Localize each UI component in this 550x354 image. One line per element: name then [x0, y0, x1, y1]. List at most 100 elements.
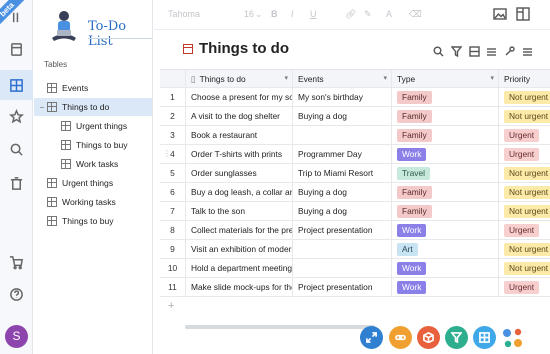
type-cell[interactable]: Family — [392, 88, 499, 106]
event-cell[interactable]: Buying a dog — [293, 183, 392, 201]
sidebar-item-work-tasks[interactable]: Work tasks — [34, 155, 152, 173]
table-button[interactable] — [473, 326, 496, 349]
menu-icon[interactable] — [522, 44, 533, 56]
event-cell[interactable]: Buying a dog — [293, 202, 392, 220]
row-height-icon[interactable] — [486, 44, 497, 56]
type-cell[interactable]: Family — [392, 202, 499, 220]
brush-icon[interactable]: ✎ — [364, 9, 372, 20]
chevron-down-icon[interactable]: ▾ — [284, 70, 288, 88]
event-cell[interactable]: Programmer Day — [293, 145, 392, 163]
table-row[interactable]: 2A visit to the dog shelter Buying a dog F… — [160, 107, 550, 126]
link-button[interactable] — [389, 326, 412, 349]
collapse-toggle[interactable]: − — [37, 103, 47, 112]
priority-cell[interactable]: Urgent — [499, 126, 550, 144]
event-cell[interactable]: Project presentation — [293, 221, 392, 239]
priority-cell[interactable]: Not urgent — [499, 164, 550, 182]
clear-format-icon[interactable]: ⌫ — [409, 9, 422, 20]
image-icon[interactable] — [493, 7, 507, 21]
panel-layout-icon[interactable] — [516, 7, 530, 21]
link-icon[interactable]: 🔗︎ — [345, 9, 356, 20]
task-cell[interactable]: Buy a dog leash, a collar and — [186, 183, 293, 201]
priority-cell[interactable]: Not urgent — [499, 259, 550, 277]
type-cell[interactable]: Work — [392, 278, 499, 296]
sidebar-item-things-to-do[interactable]: − Things to do — [34, 98, 152, 116]
type-cell[interactable]: Family — [392, 107, 499, 125]
horizontal-scrollbar[interactable] — [185, 325, 375, 329]
priority-cell[interactable]: Not urgent — [499, 240, 550, 258]
column-header[interactable]: Priority — [499, 70, 550, 88]
filter-icon[interactable] — [450, 44, 463, 58]
sidebar-item-events[interactable]: Events — [34, 79, 152, 97]
type-cell[interactable]: Art — [392, 240, 499, 258]
event-cell[interactable]: Buying a dog — [293, 107, 392, 125]
sidebar-item-working-tasks[interactable]: Working tasks — [34, 193, 152, 211]
event-cell[interactable]: My son's birthday — [293, 88, 392, 106]
filter-button[interactable] — [445, 326, 468, 349]
task-cell[interactable]: Choose a present for my son — [186, 88, 293, 106]
table-row[interactable]: 3 Book a restaurant Family Urgent — [160, 126, 550, 145]
column-header[interactable]: Events ▾ — [293, 70, 392, 88]
sidebar-item-urgent-things[interactable]: Urgent things — [34, 117, 152, 135]
priority-cell[interactable]: Urgent — [499, 145, 550, 163]
collapse-icon[interactable] — [0, 2, 33, 32]
column-header[interactable]: ▯ Things to do ▾ — [186, 70, 293, 88]
font-select[interactable]: Tahoma — [168, 9, 200, 19]
font-size-select[interactable]: 16 — [244, 9, 254, 19]
table-row[interactable]: 4 Order T-shirts with prints Programmer Da… — [160, 145, 550, 164]
event-cell[interactable]: Trip to Miami Resort — [293, 164, 392, 182]
chevron-down-icon[interactable]: ▾ — [490, 70, 494, 88]
type-cell[interactable]: Travel — [392, 164, 499, 182]
table-row[interactable]: 1 Choose a present for my son My son's bir… — [160, 88, 550, 107]
task-cell[interactable]: A visit to the dog shelter — [186, 107, 293, 125]
priority-cell[interactable]: Not urgent — [499, 107, 550, 125]
task-cell[interactable]: Order sunglasses — [186, 164, 293, 182]
event-cell[interactable] — [293, 259, 392, 277]
app-switcher-icon[interactable] — [501, 326, 525, 350]
priority-cell[interactable]: Urgent — [499, 278, 550, 296]
table-row[interactable]: 8 Collect materials for the pres Project p… — [160, 221, 550, 240]
user-avatar[interactable]: S — [5, 325, 28, 348]
chevron-down-icon[interactable]: ▾ — [383, 70, 387, 88]
type-cell[interactable]: Work — [392, 259, 499, 277]
document-icon[interactable] — [0, 34, 33, 64]
sidebar-item-things-to-buy[interactable]: Things to buy — [34, 136, 152, 154]
event-cell[interactable] — [293, 126, 392, 144]
bold-button[interactable]: B — [271, 9, 278, 19]
search-icon[interactable] — [433, 44, 444, 57]
priority-cell[interactable]: Urgent — [499, 221, 550, 239]
table-row[interactable]: 7 Talk to the son Buying a dog Family Not ur… — [160, 202, 550, 221]
italic-button[interactable]: I — [291, 9, 294, 19]
priority-cell[interactable]: Not urgent — [499, 202, 550, 220]
task-cell[interactable]: Collect materials for the pres — [186, 221, 293, 239]
type-cell[interactable]: Family — [392, 126, 499, 144]
text-color-icon[interactable]: A — [386, 9, 392, 19]
priority-cell[interactable]: Not urgent — [499, 88, 550, 106]
add-row-button[interactable]: + — [168, 300, 174, 312]
type-cell[interactable]: Family — [392, 183, 499, 201]
task-cell[interactable]: Visit an exhibition of modern — [186, 240, 293, 258]
expand-button[interactable] — [360, 326, 383, 349]
view-toggle-icon[interactable] — [469, 44, 480, 57]
box-button[interactable] — [417, 326, 440, 349]
sidebar-item-urgent-things[interactable]: Urgent things — [34, 174, 152, 192]
table-row[interactable]: 10 Hold a department meeting Work Not urgen… — [160, 259, 550, 278]
drag-handle-icon[interactable]: ⋮⋮ — [160, 149, 171, 158]
task-cell[interactable]: Hold a department meeting — [186, 259, 293, 277]
task-cell[interactable]: Talk to the son — [186, 202, 293, 220]
task-cell[interactable]: Make slide mock-ups for the — [186, 278, 293, 296]
task-cell[interactable]: Book a restaurant — [186, 126, 293, 144]
help-icon[interactable] — [0, 279, 33, 309]
settings-wrench-icon[interactable] — [504, 44, 515, 56]
underline-button[interactable]: U — [310, 9, 317, 19]
type-cell[interactable]: Work — [392, 221, 499, 239]
task-cell[interactable]: Order T-shirts with prints — [186, 145, 293, 163]
type-cell[interactable]: Work — [392, 145, 499, 163]
table-row[interactable]: 6 Buy a dog leash, a collar and Buying a d… — [160, 183, 550, 202]
star-icon[interactable] — [0, 101, 33, 131]
event-cell[interactable] — [293, 240, 392, 258]
event-cell[interactable]: Project presentation — [293, 278, 392, 296]
table-row[interactable]: 9 Visit an exhibition of modern Art Not urg… — [160, 240, 550, 259]
table-row[interactable]: 11 Make slide mock-ups for the Project pre… — [160, 278, 550, 297]
search-icon[interactable] — [0, 134, 33, 164]
trash-icon[interactable] — [0, 168, 33, 198]
